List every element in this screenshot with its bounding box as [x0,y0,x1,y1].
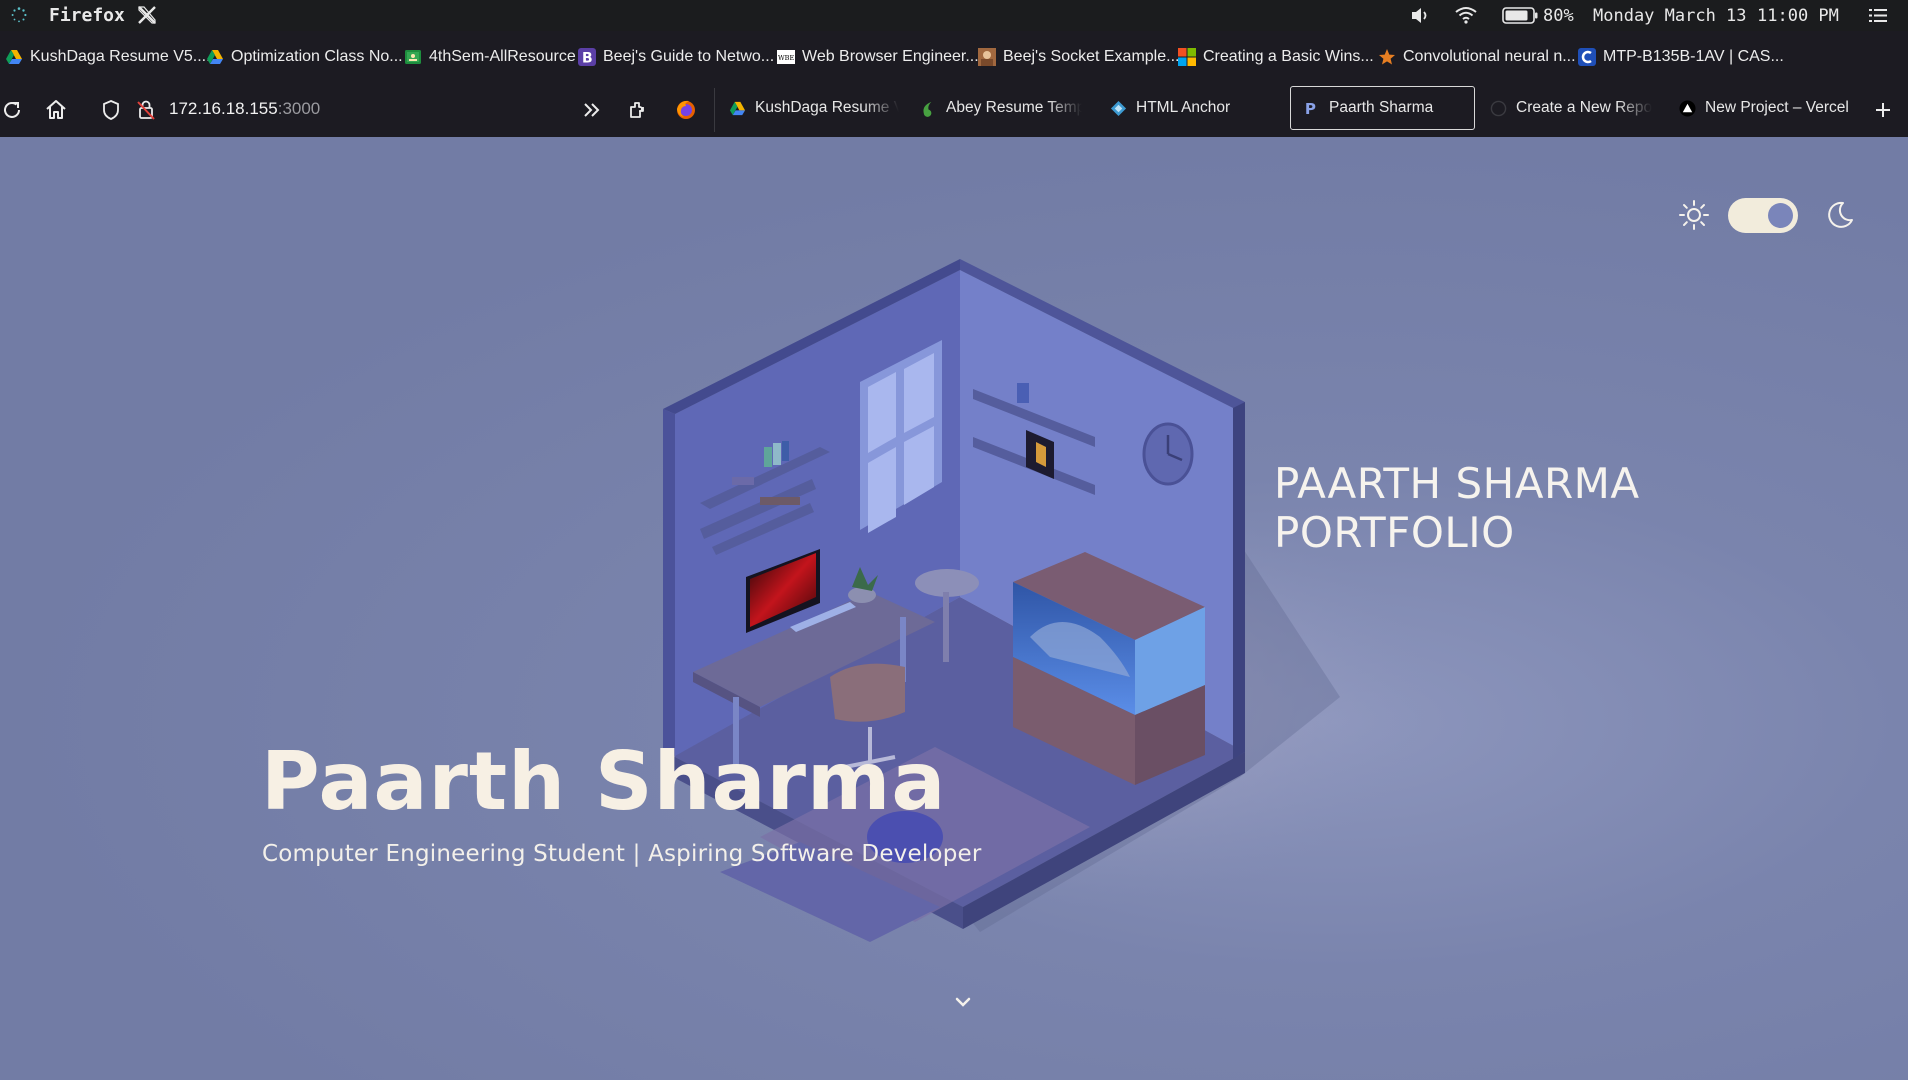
wbe-icon: WBE [777,50,795,64]
insecure-lock-icon[interactable] [134,98,158,122]
bootstrap-b-icon: B [578,48,596,66]
battery-icon[interactable] [1502,7,1538,24]
book [764,447,772,467]
bookmark-item[interactable]: 4thSem-AllResource [404,44,576,70]
tab-active[interactable]: P Paarth Sharma [1290,86,1475,130]
speaker-icon[interactable] [1410,6,1430,25]
tab-label: Create a New Repos [1516,99,1652,116]
url-host: 172.16.18.155 [169,99,278,118]
menu-icon[interactable] [1868,6,1888,25]
vercel-icon [1679,99,1696,117]
tab-label: KushDaga Resume V [755,99,899,116]
overflow-chevrons-icon[interactable] [580,98,604,122]
google-drive-icon [6,50,22,64]
app-name: Firefox [49,5,125,26]
p-favicon-icon: P [1305,100,1316,117]
right-wall-edge [1233,402,1245,759]
wifi-icon[interactable] [1454,5,1478,25]
new-tab-plus-icon[interactable] [1871,98,1895,122]
box [732,477,754,485]
casio-icon [1578,48,1596,66]
toolbar-separator [714,88,715,132]
bookmark-label: Beej's Socket Example... [1003,48,1180,65]
microsoft-icon [1178,48,1196,66]
tab[interactable]: KushDaga Resume V [729,86,899,130]
portfolio-heading: PAARTH SHARMA PORTFOLIO [1274,459,1640,557]
os-top-bar: Firefox 80% Monday March 13 11:00 PM [0,0,1908,31]
google-classroom-icon [405,50,421,64]
bookmark-label: Optimization Class No... [231,48,403,65]
book [773,443,781,465]
overleaf-icon [923,101,932,117]
x-logo-icon[interactable] [136,4,158,26]
tab-label: HTML Anchor [1136,99,1231,116]
bookmark-label: MTP-B135B-1AV | CAS... [1603,48,1784,65]
chair [830,663,905,722]
time-label[interactable]: 11:00 PM [1757,6,1839,26]
left-wall-edge [663,409,675,756]
book [782,441,789,461]
extensions-icon[interactable] [626,98,650,122]
moon-icon[interactable] [1823,198,1857,232]
svg-text:WBE: WBE [778,54,794,62]
isometric-room-illustration [663,259,1430,942]
chevron-down-icon[interactable] [953,995,973,1009]
portfolio-page: PAARTH SHARMA PORTFOLIO Paarth Sharma Co… [0,137,1908,1080]
battery-percent: 80% [1543,6,1574,26]
loading-spinner-icon [11,7,27,23]
box [760,497,800,505]
theme-toggle[interactable] [1728,198,1798,233]
svg-text:B: B [582,51,593,67]
url-port: :3000 [277,99,321,118]
tab[interactable]: HTML Anchor [1110,86,1260,130]
theme-toggle-knob [1768,203,1793,228]
bookmark-label: 4thSem-AllResource [429,48,576,65]
bookmark-label: KushDaga Resume V5.... [30,48,211,65]
bookmark-label: Creating a Basic Wins... [1203,48,1374,65]
firefox-account-icon[interactable] [674,98,698,122]
tab[interactable]: Abey Resume Templ [920,86,1082,130]
hero-subtitle: Computer Engineering Student | Aspiring … [262,841,982,867]
bookmark-item[interactable]: Optimization Class No... [206,44,403,70]
tab-label: New Project – Vercel [1705,99,1849,116]
bookmark-item[interactable]: MTP-B135B-1AV | CAS... [1578,44,1784,70]
google-drive-icon [729,101,746,115]
reload-icon[interactable] [0,98,24,122]
book [1017,383,1029,403]
google-drive-icon [207,50,223,64]
portfolio-heading-line2: PORTFOLIO [1274,508,1515,557]
bookmark-label: Web Browser Engineer... [802,48,979,65]
bookmark-item[interactable]: B Beej's Guide to Netwo... [578,44,774,70]
svg-text:P: P [1305,100,1316,117]
tab-label: Abey Resume Templ [946,99,1082,116]
github-icon [1490,100,1507,116]
shield-icon[interactable] [99,98,123,122]
bookmark-label: Beej's Guide to Netwo... [603,48,775,65]
bookmark-item[interactable]: Creating a Basic Wins... [1178,44,1374,70]
theme-switch [1678,193,1856,237]
star-icon [1379,49,1395,65]
bookmark-label: Convolutional neural n... [1403,48,1576,65]
tab[interactable]: New Project – Vercel [1679,86,1859,130]
image-favicon-icon [978,48,996,66]
tab-label: Paarth Sharma [1329,99,1434,116]
home-icon[interactable] [44,98,68,122]
bookmark-item[interactable]: Convolutional neural n... [1378,44,1576,70]
bookmark-item[interactable]: WBE Web Browser Engineer... [777,44,979,70]
date-label[interactable]: Monday March 13 [1593,6,1747,26]
bookmark-item[interactable]: KushDaga Resume V5.... [5,44,211,70]
diamond-icon [1110,100,1127,116]
portfolio-heading-line1: PAARTH SHARMA [1274,459,1640,508]
hero-name: Paarth Sharma [261,735,947,828]
bookmark-item[interactable]: Beej's Socket Example... [978,44,1179,70]
sun-icon[interactable] [1678,199,1710,231]
side-table-leg [943,592,949,662]
browser-toolbar: 172.16.18.155:3000 KushDaga Resume V Abe… [0,82,1908,138]
url-bar[interactable]: 172.16.18.155:3000 [169,99,320,119]
tab[interactable]: Create a New Repos [1490,86,1652,130]
bookmarks-bar: KushDaga Resume V5.... Optimization Clas… [0,31,1908,82]
